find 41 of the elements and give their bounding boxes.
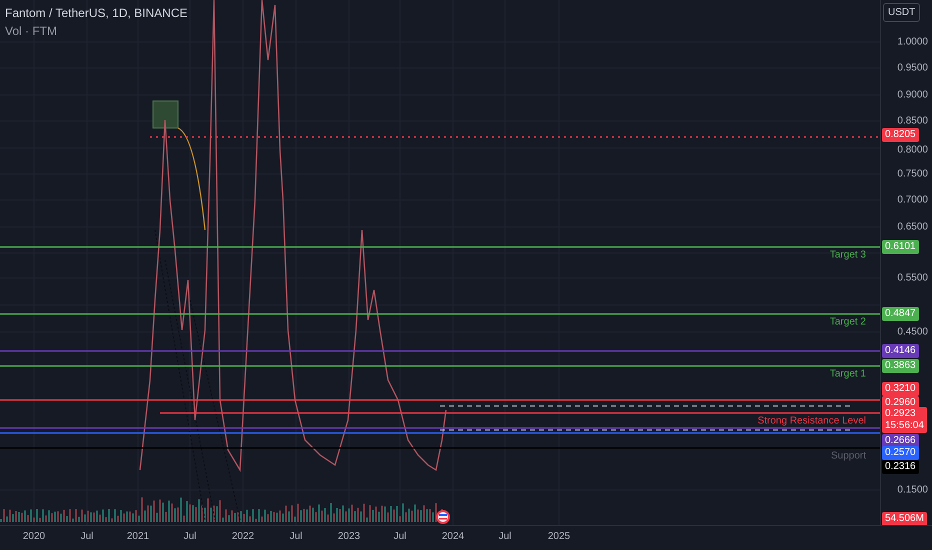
time-tick: 2025 bbox=[548, 531, 570, 542]
price-tick: 0.8500 bbox=[897, 116, 928, 126]
price-label: 0.3210 bbox=[882, 382, 919, 396]
time-tick: Jul bbox=[80, 531, 94, 542]
price-tick: 0.6500 bbox=[897, 222, 928, 232]
price-label: 0.2316 bbox=[882, 460, 919, 474]
time-tick: Jul bbox=[290, 531, 302, 542]
price-tick: 0.5500 bbox=[897, 272, 928, 284]
flag-icon bbox=[436, 510, 450, 524]
price-label: 0.3863 bbox=[882, 359, 919, 373]
price-label: 0.4847 bbox=[882, 307, 919, 321]
price-label: 0.6101 bbox=[882, 240, 919, 254]
time-tick: Jul bbox=[184, 531, 196, 542]
level-caption: Target 2 bbox=[830, 316, 866, 328]
time-tick: Jul bbox=[394, 531, 406, 542]
price-tick: 0.9500 bbox=[897, 62, 928, 74]
time-tick: 2021 bbox=[126, 531, 150, 542]
price-tick: 0.4500 bbox=[897, 326, 928, 338]
time-tick: Jul bbox=[498, 531, 512, 542]
price-tick: 0.8000 bbox=[897, 144, 928, 156]
volume-indicator-label: Vol · FTM bbox=[5, 24, 58, 38]
time-tick: 2020 bbox=[22, 531, 46, 542]
level-caption: Strong Resistance Level bbox=[758, 416, 866, 426]
time-tick: 2022 bbox=[232, 531, 254, 542]
price-tick: 0.9000 bbox=[897, 90, 928, 100]
symbol-title: Fantom / TetherUS, 1D, BINANCE bbox=[5, 6, 188, 20]
time-tick: 2024 bbox=[442, 531, 464, 542]
price-label: 0.2570 bbox=[882, 446, 919, 460]
level-caption: Target 3 bbox=[830, 250, 866, 260]
price-tick: 1.0000 bbox=[897, 36, 928, 48]
price-label: 0.2923 15:56:04 bbox=[882, 407, 927, 433]
price-tick: 0.1500 bbox=[897, 484, 928, 496]
volume-label: 54.506M bbox=[882, 512, 927, 526]
time-tick: 2023 bbox=[338, 531, 360, 542]
price-tick: 0.7500 bbox=[897, 168, 928, 180]
price-label: 0.8205 bbox=[882, 128, 919, 142]
currency-button[interactable]: USDT bbox=[883, 3, 920, 22]
price-tick: 0.7000 bbox=[897, 194, 928, 206]
level-caption: Target 1 bbox=[830, 368, 866, 380]
level-caption: Support bbox=[830, 450, 866, 462]
price-label: 0.4146 bbox=[882, 344, 919, 358]
